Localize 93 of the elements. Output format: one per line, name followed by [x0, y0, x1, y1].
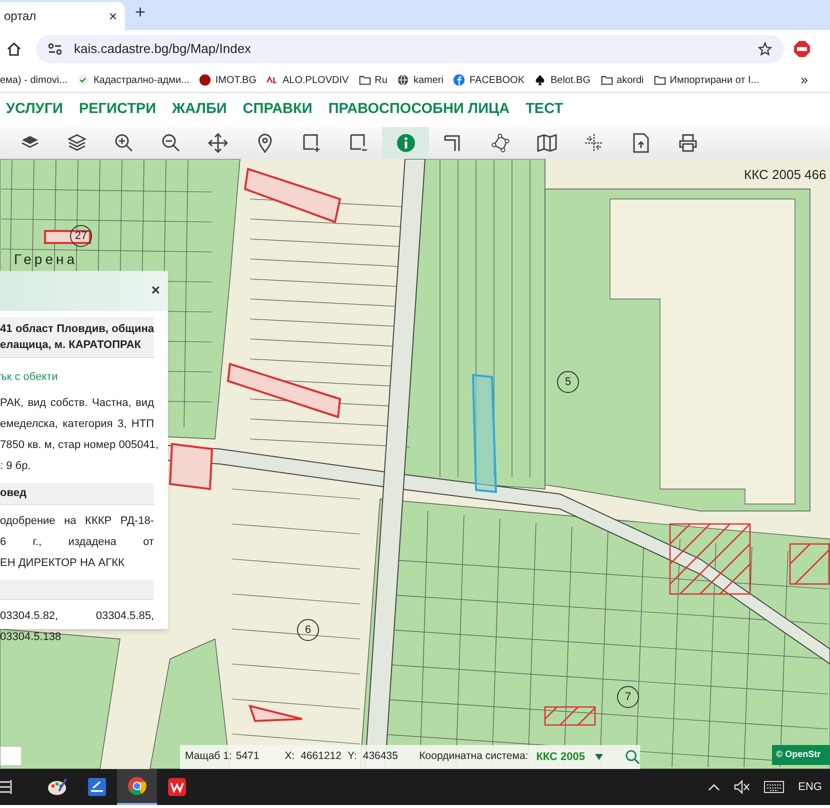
caret-icon — [594, 754, 603, 760]
coordinate-system-dropdown[interactable]: ККС 2005 — [536, 748, 603, 766]
bookmark[interactable]: Ru — [358, 72, 388, 88]
zoom-in-icon — [114, 133, 134, 153]
nav-link[interactable]: СПРАВКИ — [242, 99, 312, 121]
nav-link[interactable]: ЖАЛБИ — [172, 99, 227, 121]
info-text: емеделска, категория 3, НТП — [0, 417, 154, 432]
info-text: 6 г., издадена от — [0, 535, 154, 550]
bookmark[interactable]: Кадастрално-адми... — [77, 72, 190, 88]
adblock-icon[interactable] — [794, 41, 810, 57]
chrome-icon — [127, 776, 147, 796]
layers-icon — [66, 133, 86, 153]
info-text: РАК, вид собств. Частна, вид — [0, 396, 154, 411]
move-arrows-icon — [208, 133, 228, 153]
star-icon[interactable] — [758, 42, 772, 56]
y-coordinate: 436435 — [362, 749, 399, 764]
paint-palette-icon — [47, 777, 67, 797]
home-icon[interactable] — [6, 41, 22, 57]
url-text: kais.cadastre.bg/bg/Map/Index — [74, 40, 252, 58]
task-view-icon[interactable] — [0, 780, 12, 794]
keyboard-icon[interactable] — [764, 781, 784, 793]
info-text: 03304.5.138 — [0, 630, 62, 645]
bookmark[interactable]: FACEBOOK — [453, 72, 524, 88]
zoom-out-icon — [160, 133, 180, 153]
site-logo-icon — [266, 74, 279, 86]
scale-label: Мащаб 1: — [185, 749, 232, 764]
taskbar-app-button[interactable] — [117, 769, 157, 805]
rectangle-minus-icon — [348, 133, 368, 153]
attribution-badge: © OpenStr — [772, 745, 830, 765]
chevron-up-icon[interactable] — [708, 783, 720, 791]
nav-link[interactable]: УСЛУГИ — [6, 99, 63, 121]
new-tab-button[interactable]: + — [135, 0, 146, 26]
bookmark[interactable]: akordi — [600, 72, 644, 88]
x-label: X: — [284, 749, 295, 764]
more-bookmarks-button[interactable]: » — [800, 70, 808, 90]
section-heading: 41 област Пловдив, община — [0, 322, 154, 337]
address-bar[interactable]: kais.cadastre.bg/bg/Map/Index — [36, 35, 784, 63]
place-label: Герена — [14, 251, 78, 267]
nav-link[interactable]: ПРАВОСПОСОБНИ ЛИЦА — [328, 99, 510, 121]
folder-icon — [654, 74, 666, 86]
highlighted-parcel — [248, 704, 303, 722]
x-coordinate: 4661212 — [300, 749, 342, 764]
section-heading: овед — [0, 486, 28, 501]
coordinate-system-label: Координатна система: — [419, 749, 528, 764]
language-indicator[interactable]: ENG — [798, 778, 822, 796]
globe-icon — [397, 74, 410, 86]
facebook-icon — [453, 74, 466, 86]
input-field[interactable] — [0, 746, 22, 766]
parcel-number-label: 6 — [297, 619, 319, 641]
parcel-number-label: 27 — [70, 225, 92, 247]
tab-title: ортал — [4, 8, 36, 25]
highlighted-parcel — [44, 230, 91, 244]
info-text: одобрение на КККР РД-18- — [0, 514, 154, 529]
tab-close-button[interactable]: × — [108, 6, 121, 26]
corner-measure-icon — [442, 133, 462, 153]
rectangle-plus-icon — [302, 133, 322, 153]
dot-icon — [199, 74, 212, 86]
hatched-parcel — [789, 543, 830, 585]
info-text: ЕН ДИРЕКТОР НА АГКК — [0, 556, 126, 571]
parcel-number-label: 5 — [557, 371, 579, 393]
search-icon[interactable] — [624, 749, 640, 765]
bookmark[interactable]: Импортирани от I... — [654, 72, 760, 88]
polygon-icon — [490, 133, 510, 153]
section-heading: елащица, м. КАРАТОПРАК — [0, 338, 142, 353]
folded-map-icon — [536, 133, 556, 153]
hatched-parcel — [544, 706, 596, 726]
document-upload-icon — [630, 133, 650, 153]
printer-icon — [678, 133, 698, 153]
bookmark[interactable]: IMOT.BG — [199, 72, 257, 88]
info-icon — [396, 133, 416, 153]
folder-icon — [358, 74, 371, 86]
close-button[interactable]: × — [151, 280, 160, 302]
split-lines-icon — [584, 133, 604, 153]
site-icon — [77, 74, 90, 86]
parcel-number-label: 7 — [617, 686, 639, 708]
object-link[interactable]: ък с обекти — [0, 368, 154, 387]
site-settings-icon[interactable] — [48, 43, 62, 55]
info-text: 03304.5.82, 03304.5.85, — [0, 609, 154, 624]
muted-speaker-icon[interactable] — [734, 780, 750, 794]
scale-value: 5471 — [236, 749, 260, 764]
bookmark[interactable]: kameri — [397, 72, 444, 88]
y-label: Y: — [348, 749, 357, 764]
browser-tab[interactable]: ортал × — [0, 2, 125, 30]
bookmark[interactable]: Belot.BG — [534, 72, 591, 88]
nav-link[interactable]: ТЕСТ — [526, 99, 564, 121]
spade-icon — [534, 74, 546, 86]
folder-icon — [600, 74, 613, 86]
info-text: : 9 бр. — [0, 459, 32, 474]
bookmark[interactable]: ема) - dimovi... — [0, 72, 68, 88]
scanner-icon — [87, 777, 107, 797]
wps-icon — [167, 777, 187, 797]
nav-link[interactable]: РЕГИСТРИ — [78, 99, 156, 121]
bookmark[interactable]: ALO.PLOVDIV — [266, 72, 349, 88]
